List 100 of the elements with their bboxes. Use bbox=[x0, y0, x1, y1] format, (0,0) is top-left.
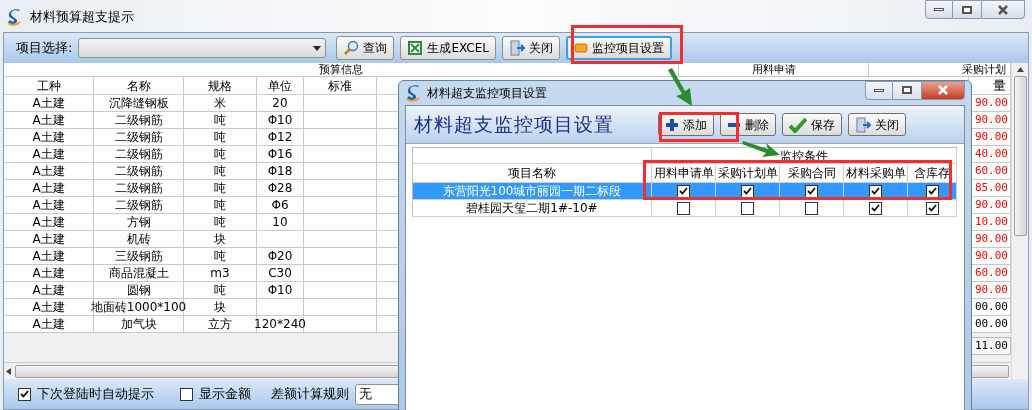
table-cell: A土建 bbox=[4, 248, 94, 265]
table-cell: 吨 bbox=[184, 163, 257, 180]
vertical-scrollbar[interactable] bbox=[1011, 63, 1028, 379]
column-header: 规格 bbox=[184, 77, 257, 95]
table-cell: A土建 bbox=[4, 282, 94, 299]
total-cell: 11.00 bbox=[971, 337, 1011, 355]
table-cell: 吨 bbox=[184, 197, 257, 214]
table-cell: 吨 bbox=[184, 248, 257, 265]
toolbar-button[interactable]: 关闭 bbox=[501, 36, 560, 60]
table-cell bbox=[257, 299, 304, 316]
table-cell: Φ10 bbox=[257, 112, 304, 129]
project-label: 项目选择: bbox=[16, 39, 73, 58]
dialog-button[interactable]: 关闭 bbox=[848, 113, 906, 136]
condition-checkbox[interactable] bbox=[869, 184, 882, 198]
toolbar-button[interactable]: 查询 bbox=[336, 36, 395, 60]
minus-icon bbox=[727, 121, 741, 128]
tag-icon bbox=[573, 42, 588, 54]
spreadsheet-icon bbox=[407, 40, 424, 56]
logo-icon bbox=[6, 7, 24, 26]
dialog-heading: 材料超支监控项目设置 bbox=[413, 112, 615, 138]
table-cell: 二级钢筋 bbox=[94, 180, 184, 197]
toolbar-button[interactable]: 监控项目设置 bbox=[565, 36, 672, 60]
table-cell: 圆钢 bbox=[94, 282, 184, 299]
table-cell: Φ20 bbox=[257, 248, 304, 265]
project-name-cell: 碧桂园天玺二期1#-10# bbox=[413, 200, 652, 217]
condition-checkbox[interactable] bbox=[741, 201, 754, 215]
condition-checkbox[interactable] bbox=[677, 184, 690, 198]
table-cell: Φ12 bbox=[257, 129, 304, 146]
table-cell bbox=[257, 231, 304, 248]
table-cell: 20 bbox=[257, 95, 304, 112]
table-cell: 吨 bbox=[184, 180, 257, 197]
exit-door-icon bbox=[855, 116, 871, 133]
table-cell: A土建 bbox=[4, 112, 94, 129]
show-amount-checkbox[interactable] bbox=[180, 387, 193, 401]
condition-checkbox[interactable] bbox=[741, 184, 754, 198]
table-cell: A土建 bbox=[4, 163, 94, 180]
group-header: 采购计划 bbox=[962, 63, 1006, 76]
condition-checkbox[interactable] bbox=[805, 201, 818, 215]
checkmark-icon bbox=[789, 116, 807, 133]
scroll-left-icon[interactable] bbox=[6, 367, 11, 375]
table-cell: 二级钢筋 bbox=[94, 112, 184, 129]
table-cell: A土建 bbox=[4, 180, 94, 197]
table-cell: 吨 bbox=[184, 214, 257, 231]
logo-icon bbox=[405, 84, 423, 102]
close-button[interactable] bbox=[981, 0, 1025, 19]
minimize-button[interactable] bbox=[925, 0, 953, 19]
table-cell: 二级钢筋 bbox=[94, 197, 184, 214]
table-cell: 沉降缝钢板 bbox=[94, 95, 184, 112]
caret-icon bbox=[313, 45, 322, 51]
column-header: 标准 bbox=[304, 77, 377, 95]
dialog-button[interactable]: 删除 bbox=[720, 113, 776, 136]
table-cell: Φ6 bbox=[257, 197, 304, 214]
close-button[interactable] bbox=[921, 80, 965, 100]
minimize-icon bbox=[874, 88, 884, 92]
condition-checkbox[interactable] bbox=[869, 201, 882, 215]
table-cell: 二级钢筋 bbox=[94, 163, 184, 180]
table-cell: 10 bbox=[257, 214, 304, 231]
table-cell: A土建 bbox=[4, 95, 94, 112]
project-dropdown[interactable] bbox=[78, 38, 327, 58]
project-row[interactable]: 碧桂园天玺二期1#-10# bbox=[413, 200, 957, 217]
condition-checkbox[interactable] bbox=[925, 201, 939, 215]
close-icon bbox=[997, 4, 1009, 15]
exit-door-icon bbox=[508, 40, 525, 56]
table-cell: Φ18 bbox=[257, 163, 304, 180]
table-cell: A土建 bbox=[4, 197, 94, 214]
table-cell: A土建 bbox=[4, 129, 94, 146]
minimize-icon bbox=[934, 8, 944, 11]
table-cell: 吨 bbox=[184, 129, 257, 146]
table-cell: 块 bbox=[184, 231, 257, 248]
table-cell: 吨 bbox=[184, 112, 257, 129]
close-icon bbox=[937, 85, 949, 95]
column-header: 单位 bbox=[257, 77, 304, 95]
maximize-icon bbox=[962, 5, 972, 14]
condition-checkbox[interactable] bbox=[677, 201, 690, 215]
table-cell: 二级钢筋 bbox=[94, 146, 184, 163]
condition-checkbox[interactable] bbox=[925, 184, 939, 198]
table-cell: C30 bbox=[257, 265, 304, 282]
scroll-up-icon[interactable] bbox=[1016, 67, 1024, 72]
table-cell: Φ10 bbox=[257, 282, 304, 299]
dialog-title: 材料超支监控项目设置 bbox=[427, 85, 547, 102]
column-header: 工种 bbox=[4, 77, 94, 95]
dialog-button[interactable]: 保存 bbox=[782, 113, 842, 136]
pointer-arrow bbox=[666, 68, 694, 108]
table-cell: Φ28 bbox=[257, 180, 304, 197]
table-cell: A土建 bbox=[4, 146, 94, 163]
rule-label: 差额计算规则 bbox=[271, 385, 349, 404]
show-amount-label: 显示金额 bbox=[199, 385, 251, 404]
group-header: 用料申请 bbox=[751, 63, 796, 76]
magnifier-icon bbox=[343, 40, 360, 56]
toolbar-button[interactable]: 生成EXCEL bbox=[400, 36, 496, 60]
auto-prompt-checkbox[interactable] bbox=[18, 387, 31, 401]
table-cell: 二级钢筋 bbox=[94, 129, 184, 146]
maximize-button[interactable] bbox=[953, 0, 981, 19]
table-cell: 吨 bbox=[184, 282, 257, 299]
table-cell: Φ16 bbox=[257, 146, 304, 163]
maximize-button[interactable] bbox=[893, 80, 921, 100]
minimize-button[interactable] bbox=[865, 80, 893, 100]
condition-checkbox[interactable] bbox=[805, 184, 818, 198]
table-cell: A土建 bbox=[4, 214, 94, 231]
window-title: 材料预算超支提示 bbox=[30, 8, 134, 26]
